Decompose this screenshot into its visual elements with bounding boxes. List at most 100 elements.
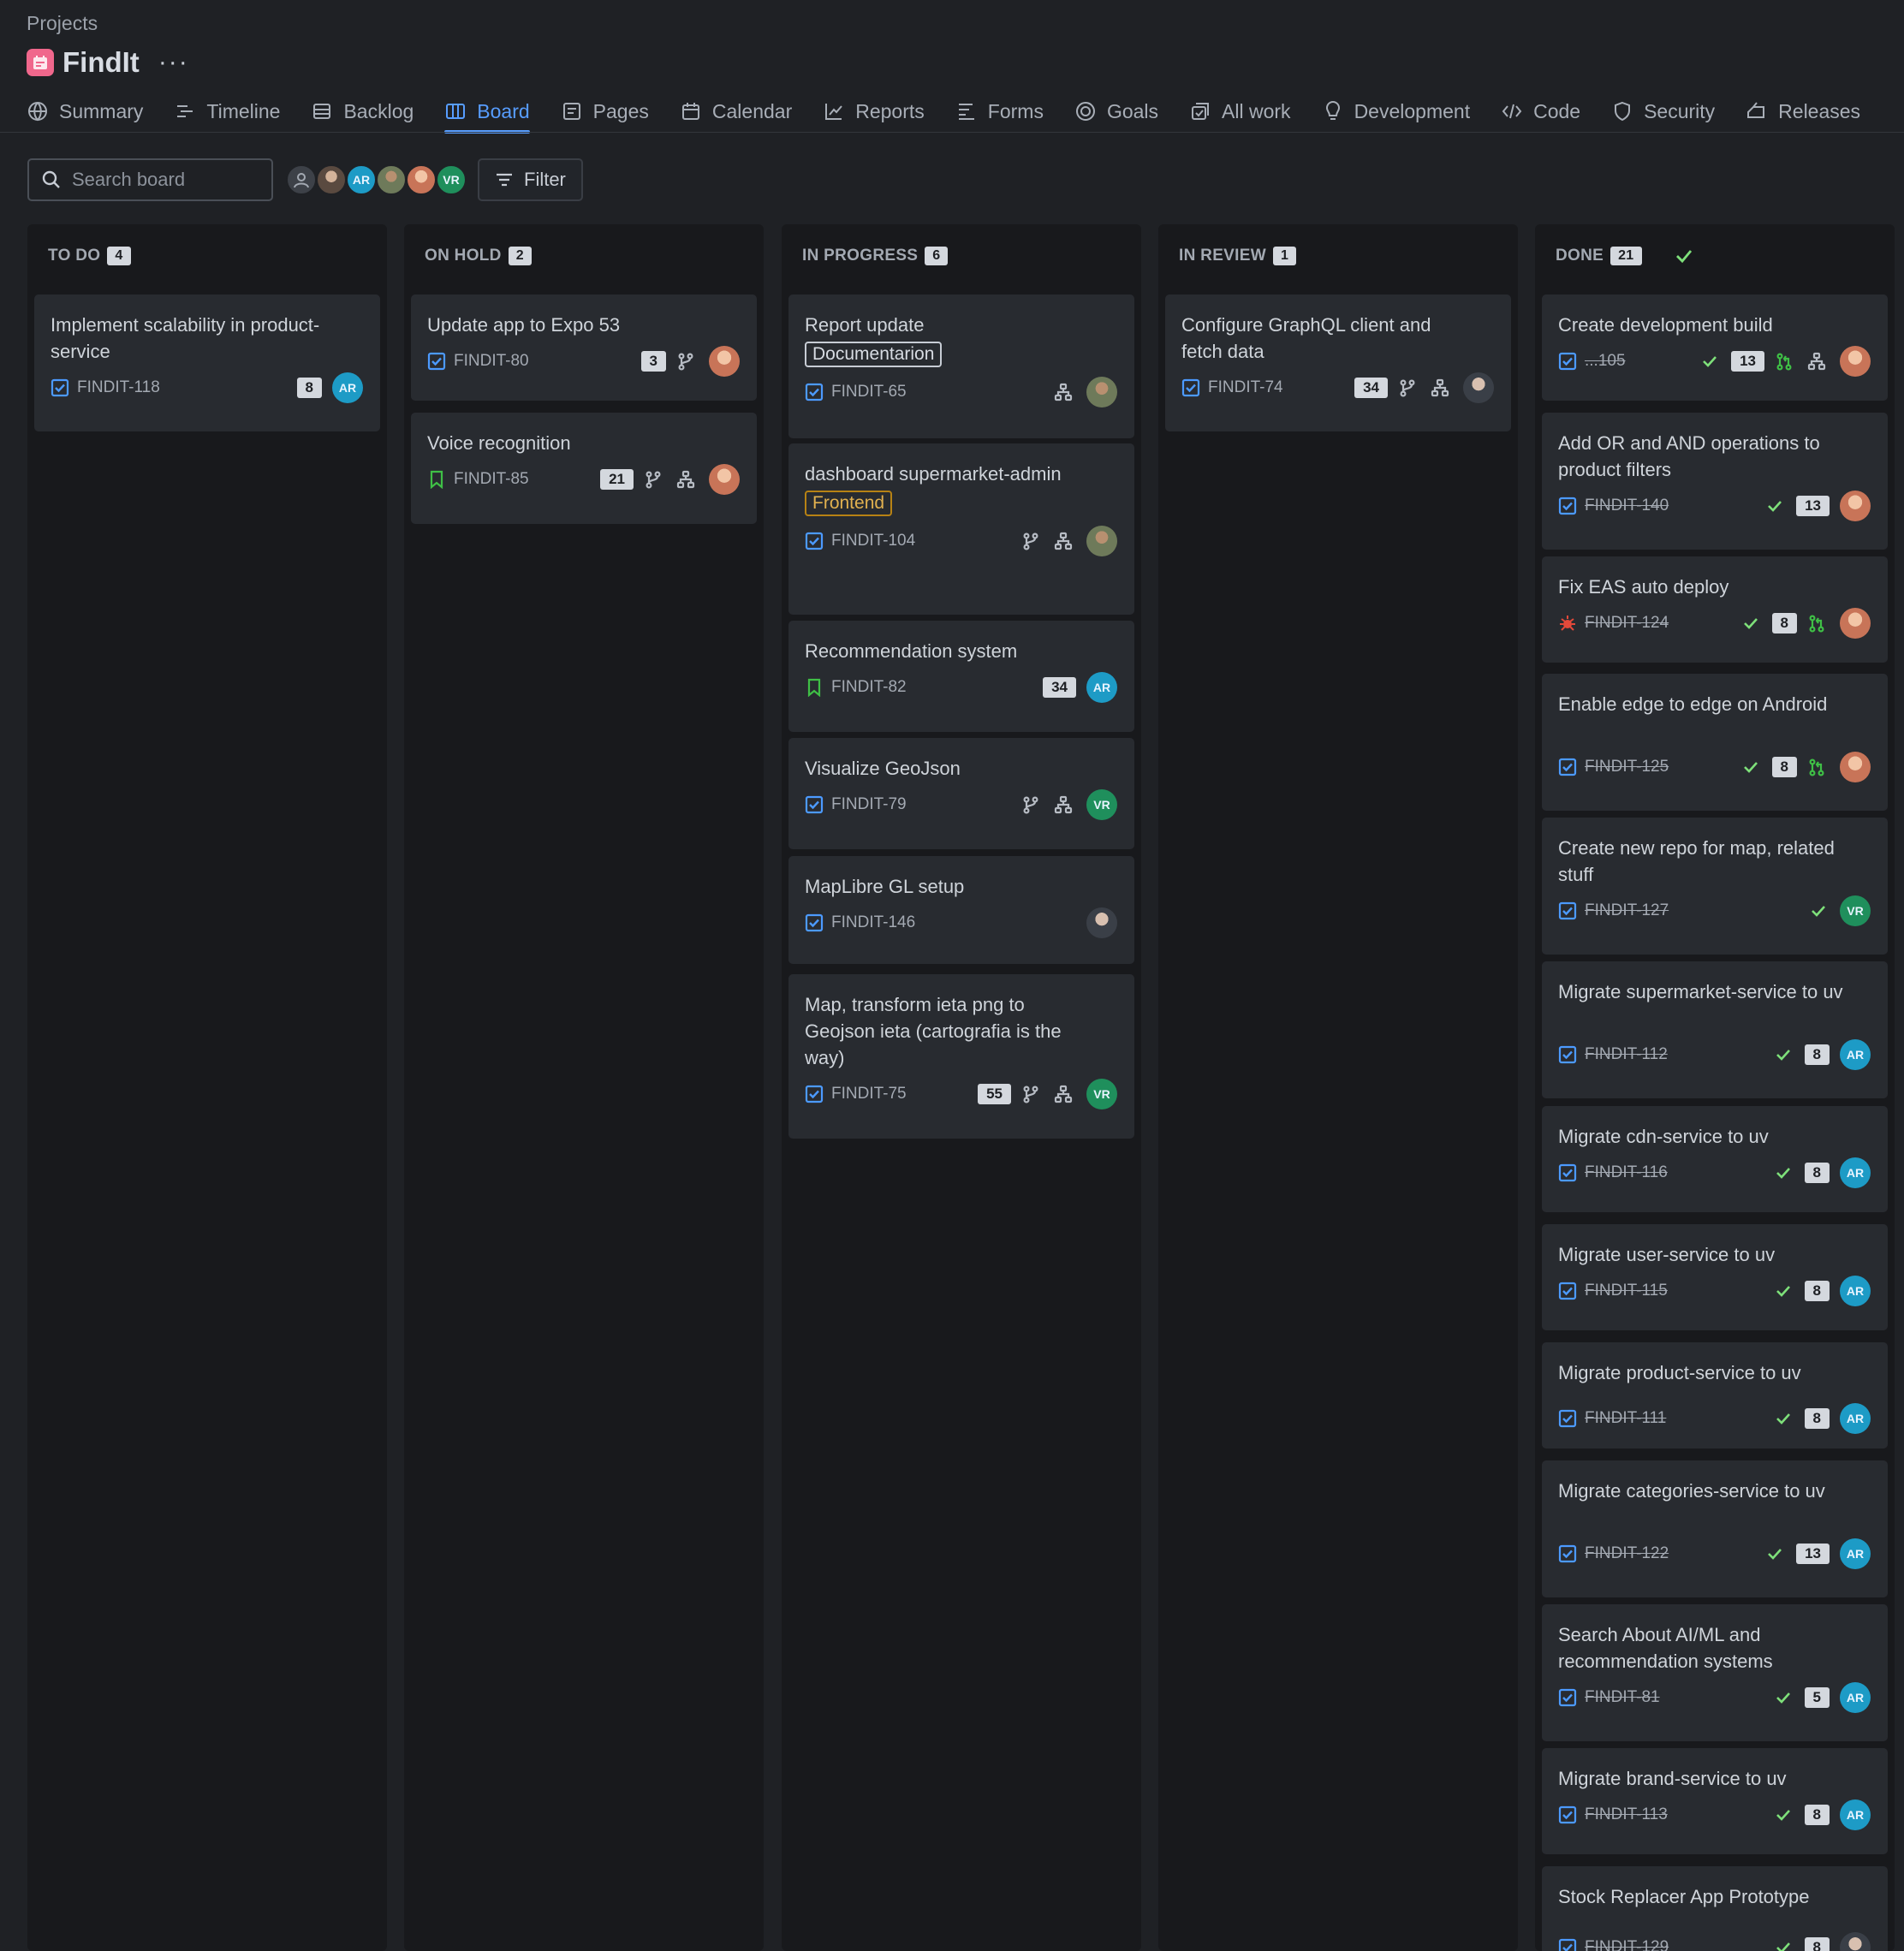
issue-meta: FINDIT-82 34 AR [805, 672, 1117, 703]
issue-card[interactable]: Update app to Expo 53 FINDIT-80 3 [411, 294, 757, 401]
issue-card[interactable]: Create development build ...105 13 [1542, 294, 1888, 401]
issue-card[interactable]: Voice recognition FINDIT-85 21 [411, 413, 757, 524]
tab-development[interactable]: Development [1322, 91, 1470, 132]
assignee-avatar[interactable] [1840, 752, 1871, 782]
issue-key[interactable]: FINDIT-129 [1585, 1938, 1774, 1951]
tab-security[interactable]: Security [1611, 91, 1715, 132]
column-header: DONE 21 [1556, 243, 1695, 269]
tab-pages[interactable]: Pages [561, 91, 649, 132]
assignee-avatar[interactable]: AR [1840, 1799, 1871, 1830]
issue-card[interactable]: Recommendation system FINDIT-82 34 AR [788, 621, 1134, 732]
issue-key[interactable]: FINDIT-140 [1585, 497, 1765, 515]
assignee-avatar[interactable]: AR [1840, 1682, 1871, 1713]
tab-calendar[interactable]: Calendar [680, 91, 792, 132]
issue-card[interactable]: Configure GraphQL client and fetch data F… [1165, 294, 1511, 431]
avatar[interactable] [376, 164, 407, 195]
assignee-avatar[interactable]: AR [332, 372, 363, 403]
issue-key[interactable]: FINDIT-146 [831, 913, 1086, 932]
tab-forms[interactable]: Forms [955, 91, 1044, 132]
avatar[interactable] [286, 164, 317, 195]
search-board[interactable] [27, 158, 273, 201]
issue-key[interactable]: FINDIT-111 [1585, 1409, 1774, 1428]
issue-key[interactable]: FINDIT-115 [1585, 1282, 1774, 1300]
issue-key[interactable]: FINDIT-118 [77, 378, 297, 397]
issue-card[interactable]: Implement scalability in product-service… [34, 294, 380, 431]
issue-key[interactable]: ...105 [1585, 352, 1700, 371]
issue-key[interactable]: FINDIT-125 [1585, 758, 1741, 776]
issue-key[interactable]: FINDIT-112 [1585, 1045, 1774, 1064]
avatar[interactable]: VR [436, 164, 467, 195]
tab-board[interactable]: Board [444, 91, 531, 134]
issue-card[interactable]: Migrate supermarket-service to uv FINDIT-… [1542, 961, 1888, 1098]
assignee-avatar[interactable]: VR [1086, 789, 1117, 820]
avatar[interactable] [406, 164, 437, 195]
tab-releases[interactable]: Releases [1746, 91, 1860, 132]
breadcrumb[interactable]: Projects [27, 12, 98, 35]
issue-key[interactable]: FINDIT-81 [1585, 1688, 1774, 1707]
issue-card[interactable]: Migrate user-service to uv FINDIT-115 8 AR [1542, 1224, 1888, 1330]
issue-card[interactable]: MapLibre GL setup FINDIT-146 [788, 856, 1134, 964]
issue-key[interactable]: FINDIT-122 [1585, 1544, 1765, 1563]
story-points-badge: 8 [1771, 757, 1797, 777]
assignee-avatar[interactable]: AR [1840, 1039, 1871, 1070]
tab-label: Releases [1778, 99, 1861, 122]
tab-goals[interactable]: Goals [1074, 91, 1158, 132]
assignee-avatar[interactable] [1463, 372, 1494, 403]
assignee-avatar[interactable] [709, 464, 740, 495]
issue-key[interactable]: FINDIT-85 [454, 470, 600, 489]
issue-card[interactable]: Migrate categories-service to uv FINDIT-1… [1542, 1460, 1888, 1597]
issue-card[interactable]: Add OR and AND operations to product fil… [1542, 413, 1888, 550]
assignee-avatar[interactable]: AR [1840, 1403, 1871, 1434]
assignee-avatar[interactable] [1840, 608, 1871, 639]
issue-card[interactable]: Enable edge to edge on Android FINDIT-125… [1542, 674, 1888, 811]
issue-card[interactable]: Visualize GeoJson FINDIT-79 VR [788, 738, 1134, 849]
issue-key[interactable]: FINDIT-79 [831, 795, 1021, 814]
issue-key[interactable]: FINDIT-104 [831, 532, 1021, 550]
issue-key[interactable]: FINDIT-65 [831, 383, 1054, 402]
tab-all-work[interactable]: All work [1189, 91, 1291, 132]
issue-card[interactable]: Create new repo for map, related stuff FI… [1542, 818, 1888, 955]
issue-card[interactable]: Report update Documentarion FINDIT-65 [788, 294, 1134, 438]
tab-code[interactable]: Code [1501, 91, 1580, 132]
issue-key[interactable]: FINDIT-82 [831, 678, 1043, 697]
issue-card[interactable]: Stock Replacer App Prototype FINDIT-129 8 [1542, 1866, 1888, 1951]
assignee-avatar[interactable]: VR [1086, 1079, 1117, 1109]
assignee-avatar[interactable]: AR [1086, 672, 1117, 703]
column-title: TO DO [48, 247, 101, 265]
filter-button[interactable]: Filter [478, 158, 583, 201]
issue-key[interactable]: FINDIT-116 [1585, 1163, 1774, 1182]
tab-reports[interactable]: Reports [823, 91, 925, 132]
issue-key[interactable]: FINDIT-113 [1585, 1805, 1774, 1824]
tab-timeline[interactable]: Timeline [174, 91, 280, 132]
assignee-avatar[interactable] [1840, 1932, 1871, 1951]
issue-key[interactable]: FINDIT-124 [1585, 614, 1741, 633]
assignee-avatar[interactable] [1086, 377, 1117, 407]
assignee-avatar[interactable] [1840, 491, 1871, 521]
assignee-avatar[interactable]: AR [1840, 1157, 1871, 1188]
issue-card[interactable]: dashboard supermarket-admin Frontend FINDI… [788, 443, 1134, 615]
tab-summary[interactable]: Summary [27, 91, 143, 132]
avatar[interactable]: AR [346, 164, 377, 195]
search-input[interactable] [72, 169, 260, 191]
issue-key[interactable]: FINDIT-127 [1585, 901, 1809, 920]
issue-card[interactable]: Migrate cdn-service to uv FINDIT-116 8 AR [1542, 1106, 1888, 1212]
assignee-avatar[interactable] [1086, 526, 1117, 556]
issue-card[interactable]: Search About AI/ML and recommendation sy… [1542, 1604, 1888, 1741]
issue-card[interactable]: Migrate brand-service to uv FINDIT-113 8 AR [1542, 1748, 1888, 1854]
assignee-avatar[interactable] [709, 346, 740, 377]
assignee-avatar[interactable] [1840, 346, 1871, 377]
issue-card[interactable]: Map, transform ieta png to Geojson ieta … [788, 974, 1134, 1139]
more-actions-button[interactable]: ··· [158, 48, 189, 77]
assignee-avatar[interactable]: AR [1840, 1276, 1871, 1306]
assignee-avatar[interactable]: VR [1840, 895, 1871, 926]
issue-card[interactable]: Migrate product-service to uv FINDIT-111 8… [1542, 1342, 1888, 1448]
tab-backlog[interactable]: Backlog [311, 91, 414, 132]
avatar[interactable] [316, 164, 347, 195]
issue-label: Frontend [805, 491, 893, 516]
issue-key[interactable]: FINDIT-74 [1208, 378, 1354, 397]
issue-card[interactable]: Fix EAS auto deploy FINDIT-124 8 [1542, 556, 1888, 663]
assignee-avatar[interactable] [1086, 907, 1117, 938]
issue-key[interactable]: FINDIT-75 [831, 1085, 978, 1103]
assignee-avatar[interactable]: AR [1840, 1538, 1871, 1569]
issue-key[interactable]: FINDIT-80 [454, 352, 641, 371]
